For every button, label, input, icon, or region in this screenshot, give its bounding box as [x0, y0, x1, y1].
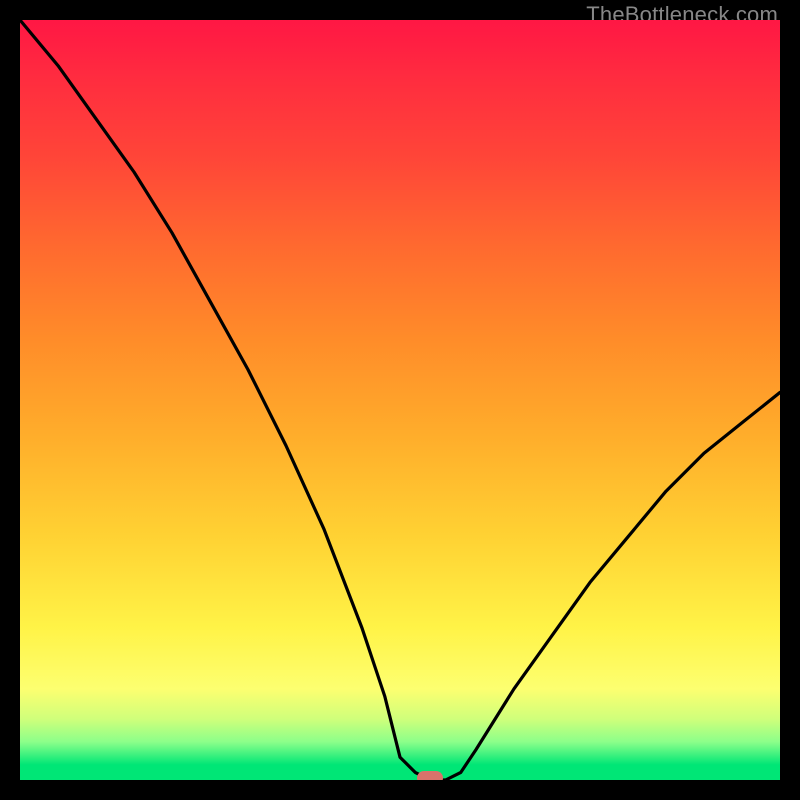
- gradient-bg: [20, 20, 780, 780]
- plot-area: [20, 20, 780, 780]
- chart-container: TheBottleneck.com: [0, 0, 800, 800]
- optimal-marker: [417, 771, 443, 780]
